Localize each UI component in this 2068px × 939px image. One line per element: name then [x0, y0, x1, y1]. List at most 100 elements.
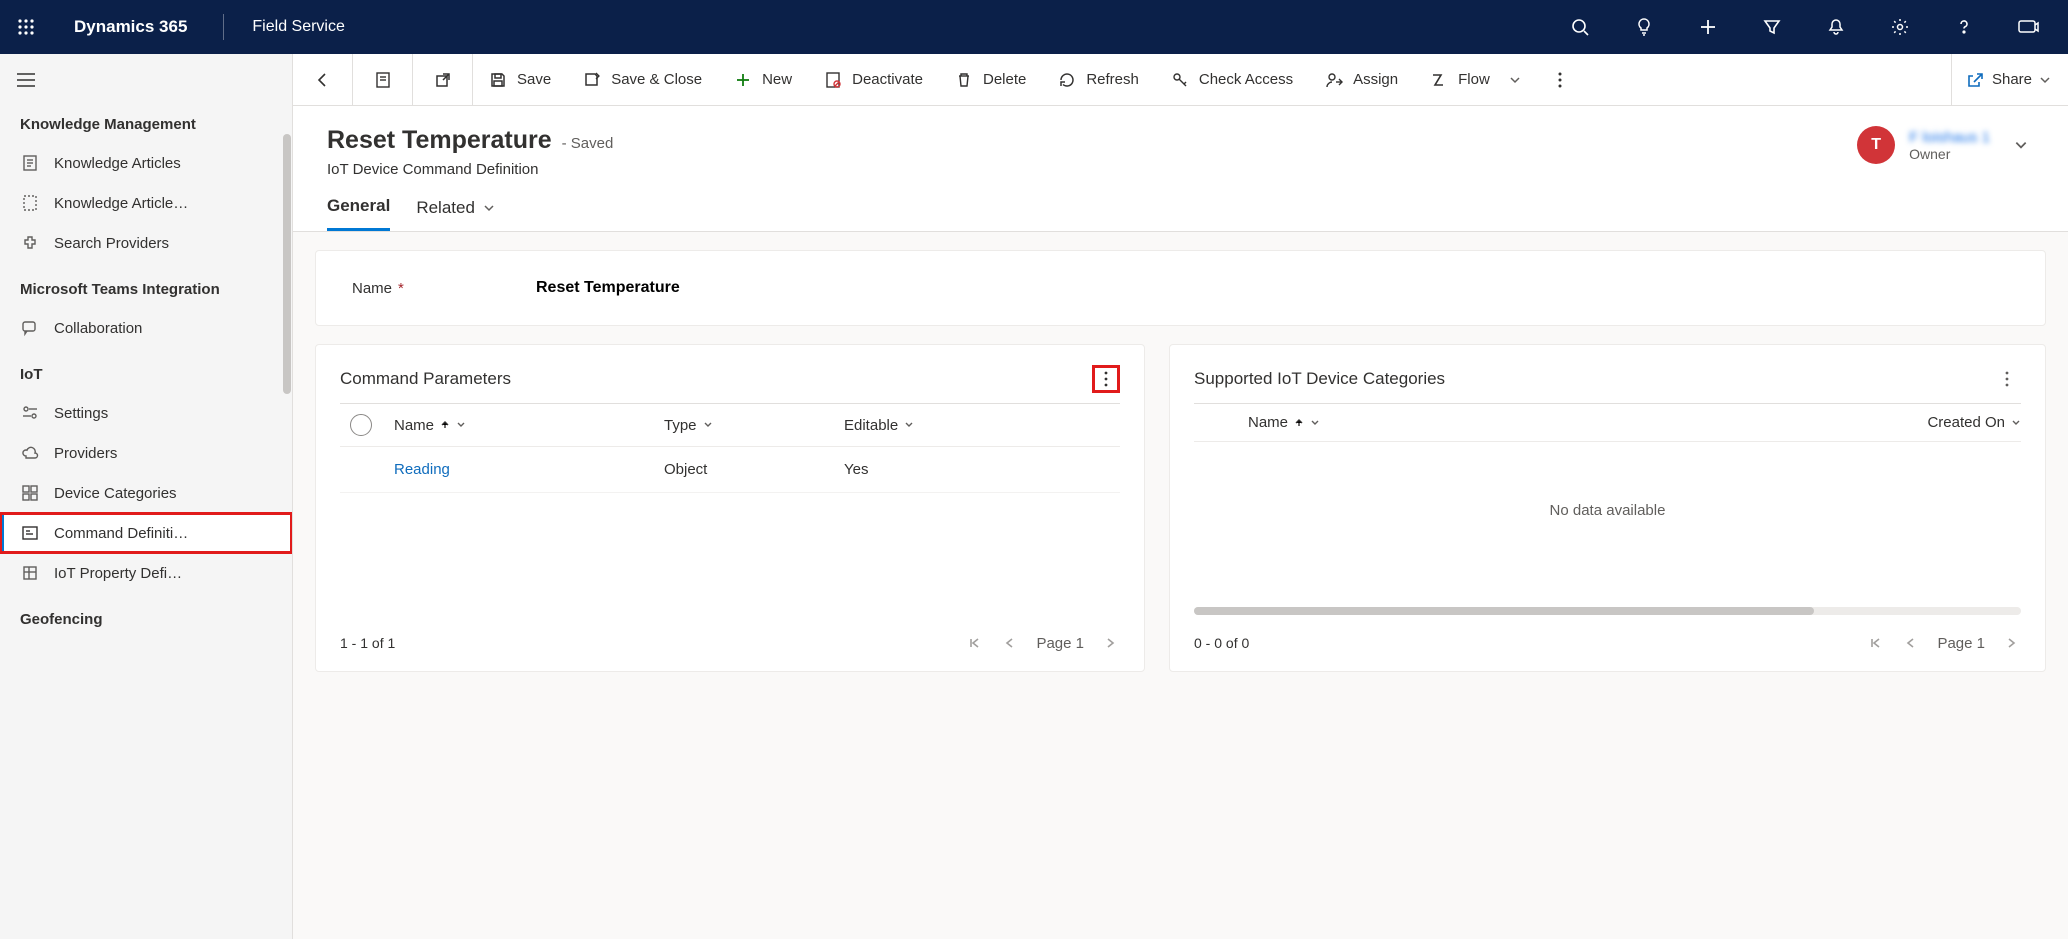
tab-label: General — [327, 196, 390, 216]
delete-button[interactable]: Delete — [939, 54, 1042, 106]
column-header-name[interactable]: Name — [394, 417, 664, 434]
select-all-checkbox[interactable] — [350, 414, 372, 436]
flow-label: Flow — [1458, 71, 1490, 88]
column-header-editable[interactable]: Editable — [844, 417, 1120, 434]
table-row[interactable]: Reading Object Yes — [340, 447, 1120, 493]
record-title: Reset Temperature — [327, 126, 552, 155]
first-page-icon[interactable] — [964, 633, 984, 653]
deactivate-button[interactable]: Deactivate — [808, 54, 939, 106]
refresh-button[interactable]: Refresh — [1042, 54, 1155, 106]
cell-name[interactable]: Reading — [394, 461, 664, 478]
column-header-created[interactable]: Created On — [1668, 414, 2021, 431]
field-label-name: Name* — [352, 280, 512, 297]
trash-icon — [955, 71, 973, 89]
deactivate-label: Deactivate — [852, 71, 923, 88]
save-close-label: Save & Close — [611, 71, 702, 88]
save-button[interactable]: Save — [473, 54, 567, 106]
tab-label: Related — [416, 198, 475, 218]
sidebar-item-knowledge-article-template[interactable]: Knowledge Article… — [0, 183, 292, 223]
column-header-type[interactable]: Type — [664, 417, 844, 434]
grid-header: Name Created On — [1194, 403, 2021, 442]
form-icon — [374, 71, 392, 89]
owner-block[interactable]: T F loishaus 1 Owner — [1857, 126, 2034, 164]
search-icon[interactable] — [1560, 7, 1600, 47]
app-name-label[interactable]: Field Service — [252, 18, 344, 36]
sidebar-item-iot-providers[interactable]: Providers — [0, 433, 292, 473]
tab-related[interactable]: Related — [416, 196, 495, 231]
prev-page-icon[interactable] — [1000, 633, 1020, 653]
share-button[interactable]: Share — [1966, 71, 2032, 89]
form-selector-button[interactable] — [353, 54, 413, 106]
cell-type: Object — [664, 461, 844, 478]
panel-command-parameters: Command Parameters Name Typ — [315, 344, 1145, 672]
record-header: Reset Temperature - Saved IoT Device Com… — [293, 106, 2068, 178]
next-page-icon[interactable] — [1100, 633, 1120, 653]
sidebar-scrollbar[interactable] — [283, 134, 291, 394]
header-right-icons — [1560, 7, 2058, 47]
save-close-button[interactable]: Save & Close — [567, 54, 718, 106]
new-button[interactable]: New — [718, 54, 808, 106]
row-status: 0 - 0 of 0 — [1194, 635, 1249, 651]
chevron-down-icon — [1310, 418, 1320, 428]
panel-more-button[interactable] — [1993, 365, 2021, 393]
sidebar-item-device-categories[interactable]: Device Categories — [0, 473, 292, 513]
assign-button[interactable]: Assign — [1309, 54, 1414, 106]
prev-page-icon[interactable] — [1901, 633, 1921, 653]
flow-button[interactable]: Flow — [1414, 54, 1540, 106]
sidebar-item-label: Device Categories — [54, 485, 177, 502]
name-card: Name* Reset Temperature — [315, 250, 2046, 326]
assign-label: Assign — [1353, 71, 1398, 88]
chevron-down-icon — [483, 202, 495, 214]
check-access-button[interactable]: Check Access — [1155, 54, 1309, 106]
global-header: Dynamics 365 Field Service — [0, 0, 2068, 54]
sliders-icon — [20, 403, 40, 423]
bell-icon[interactable] — [1816, 7, 1856, 47]
sidebar-item-label: IoT Property Defi… — [54, 565, 182, 582]
help-icon[interactable] — [1944, 7, 1984, 47]
horizontal-scrollbar[interactable] — [1194, 607, 2021, 615]
cell-editable: Yes — [844, 461, 1120, 478]
more-commands-button[interactable] — [1540, 54, 1580, 106]
chevron-down-icon[interactable] — [2014, 138, 2028, 152]
next-page-icon[interactable] — [2001, 633, 2021, 653]
add-icon[interactable] — [1688, 7, 1728, 47]
owner-avatar: T — [1857, 126, 1895, 164]
assistant-icon[interactable] — [2008, 7, 2048, 47]
sidebar-item-command-definitions[interactable]: Command Definiti… — [0, 513, 292, 553]
sidebar-item-iot-settings[interactable]: Settings — [0, 393, 292, 433]
column-header-name[interactable]: Name — [1248, 414, 1668, 431]
app-launcher-icon[interactable] — [10, 11, 42, 43]
brand-label[interactable]: Dynamics 365 — [74, 17, 187, 37]
back-button[interactable] — [293, 54, 353, 106]
sidebar-group-knowledge: Knowledge Management — [0, 98, 292, 143]
sidebar-item-search-providers[interactable]: Search Providers — [0, 223, 292, 263]
chevron-down-icon — [703, 420, 713, 430]
scrollbar-thumb[interactable] — [1194, 607, 1814, 615]
field-value-name[interactable]: Reset Temperature — [536, 279, 680, 297]
sidebar-group-geofencing: Geofencing — [0, 593, 292, 638]
tab-general[interactable]: General — [327, 196, 390, 231]
first-page-icon[interactable] — [1865, 633, 1885, 653]
content-area: Save Save & Close New Deactivate Delete … — [293, 54, 2068, 939]
filter-icon[interactable] — [1752, 7, 1792, 47]
required-marker: * — [398, 280, 404, 297]
sidebar: Knowledge Management Knowledge Articles … — [0, 54, 293, 939]
sidebar-toggle[interactable] — [0, 62, 292, 98]
settings-gear-icon[interactable] — [1880, 7, 1920, 47]
panel-more-button[interactable] — [1092, 365, 1120, 393]
sidebar-item-knowledge-articles[interactable]: Knowledge Articles — [0, 143, 292, 183]
chevron-down-icon[interactable] — [2036, 71, 2054, 89]
deactivate-icon — [824, 71, 842, 89]
header-divider — [223, 14, 224, 40]
article-icon — [20, 153, 40, 173]
form-tabs: General Related — [293, 178, 2068, 232]
sidebar-item-iot-property-definitions[interactable]: IoT Property Defi… — [0, 553, 292, 593]
sidebar-item-label: Collaboration — [54, 320, 142, 337]
idea-icon[interactable] — [1624, 7, 1664, 47]
popout-icon — [434, 71, 452, 89]
sidebar-item-collaboration[interactable]: Collaboration — [0, 308, 292, 348]
no-data-message: No data available — [1194, 442, 2021, 599]
article-draft-icon — [20, 193, 40, 213]
sidebar-item-label: Knowledge Articles — [54, 155, 181, 172]
popout-button[interactable] — [413, 54, 473, 106]
